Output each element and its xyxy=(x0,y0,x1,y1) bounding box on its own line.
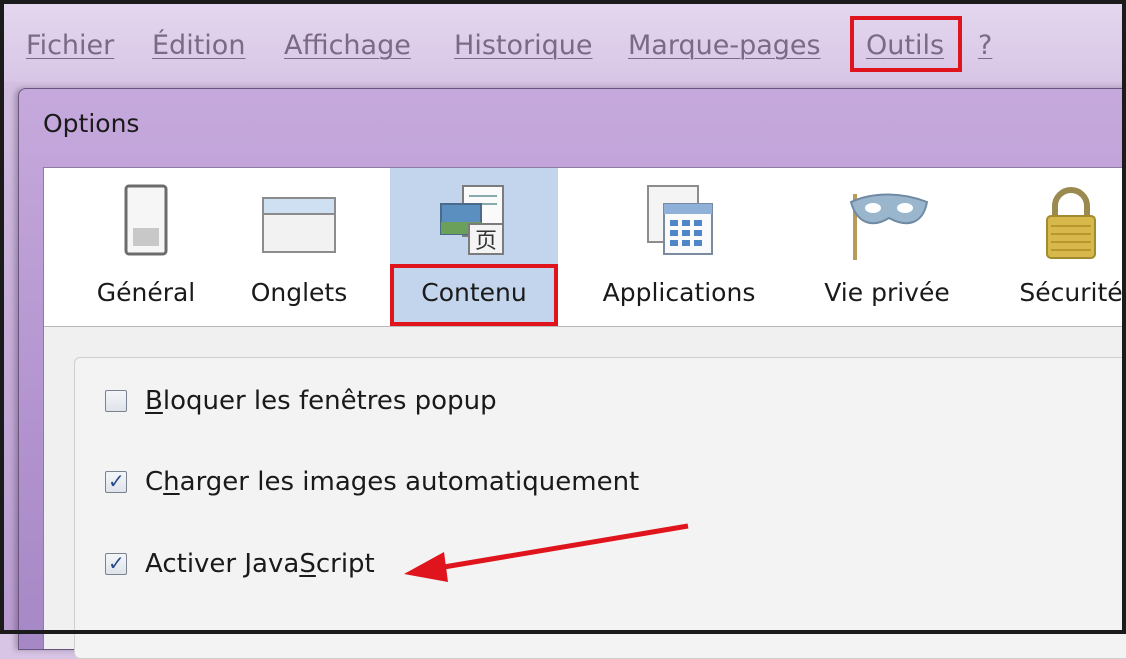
red-arrow-annotation xyxy=(404,523,689,582)
